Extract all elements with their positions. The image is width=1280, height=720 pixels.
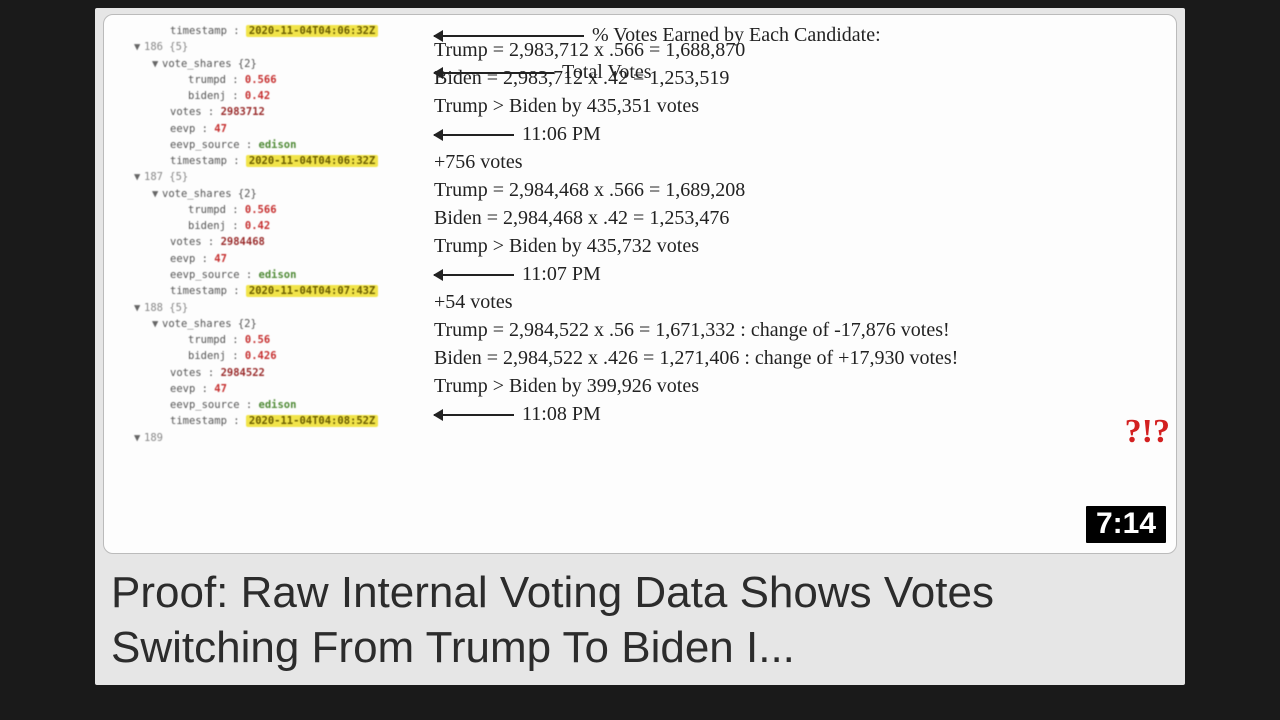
calc2-trump: Trump = 2,984,468 x .566 = 1,689,208 bbox=[434, 177, 1162, 204]
time-1106: 11:06 PM bbox=[522, 123, 601, 145]
calc1-diff: Trump > Biden by 435,351 votes bbox=[434, 93, 1162, 120]
calc2-biden: Biden = 2,984,468 x .42 = 1,253,476 bbox=[434, 205, 1162, 232]
annotation-overlay: % Votes Earned by Each Candidate: Total … bbox=[434, 21, 1162, 547]
delta1: +756 votes bbox=[434, 149, 1162, 176]
calc3-biden: Biden = 2,984,522 x .426 = 1,271,406 : c… bbox=[434, 345, 1162, 372]
calc2-diff: Trump > Biden by 435,732 votes bbox=[434, 233, 1162, 260]
json-tree-panel: timestamp : 2020-11-04T04:06:32Z ▼186 {5… bbox=[118, 23, 428, 446]
calc3-diff: Trump > Biden by 399,926 votes bbox=[434, 373, 1162, 400]
calc1-biden: Biden = 2,983,712 x .42 = 1,253,519 bbox=[434, 65, 1162, 92]
delta2: +54 votes bbox=[434, 289, 1162, 316]
exclaim-icon: ?!? bbox=[1125, 413, 1170, 451]
video-thumbnail[interactable]: timestamp : 2020-11-04T04:06:32Z ▼186 {5… bbox=[103, 14, 1177, 554]
video-title[interactable]: Proof: Raw Internal Voting Data Shows Vo… bbox=[95, 558, 1185, 685]
video-card[interactable]: timestamp : 2020-11-04T04:06:32Z ▼186 {5… bbox=[95, 8, 1185, 685]
calc3-trump: Trump = 2,984,522 x .56 = 1,671,332 : ch… bbox=[434, 317, 1162, 344]
time-1107: 11:07 PM bbox=[522, 263, 601, 285]
time-1108: 11:08 PM bbox=[522, 403, 601, 425]
calc1-trump: Trump = 2,983,712 x .566 = 1,688,870 bbox=[434, 37, 1162, 64]
duration-badge: 7:14 bbox=[1086, 506, 1166, 543]
